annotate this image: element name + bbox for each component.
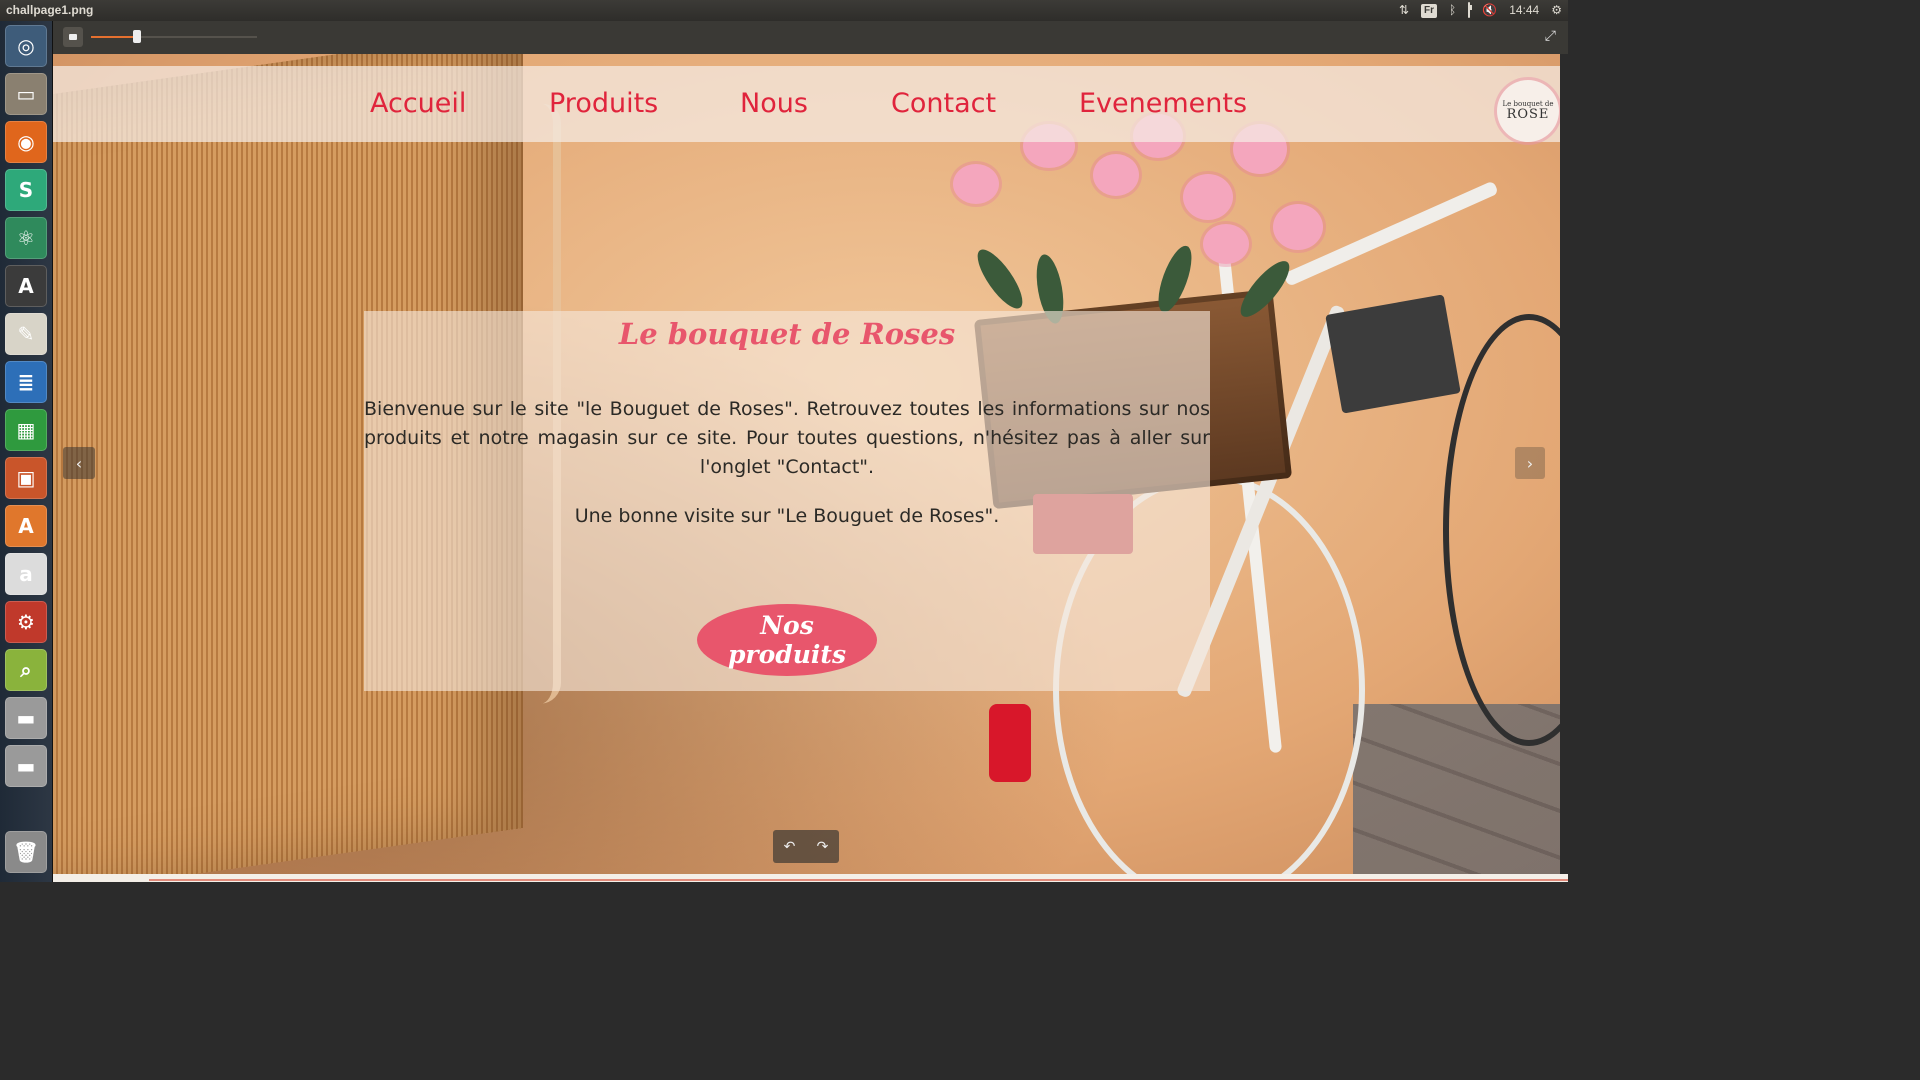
system-tray: ⇅ Fr ᛒ 🔇 14:44 ⚙	[1399, 2, 1562, 19]
network-updown-icon[interactable]: ⇅	[1399, 2, 1409, 19]
firefox-icon[interactable]: ◉	[5, 121, 47, 163]
previous-image-button[interactable]: ‹	[63, 447, 95, 479]
trash-icon[interactable]: 🗑	[5, 831, 47, 873]
website-screenshot: Accueil Produits Nous Contact Evenements…	[53, 54, 1560, 874]
keyboard-layout-indicator[interactable]: Fr	[1421, 3, 1438, 18]
nos-produits-button[interactable]: Nos produits	[697, 604, 877, 676]
bicycle-sign-plate	[1325, 294, 1461, 414]
launcher: ◎ ▭ ◉ S ⚛ A ✎ ≣ ▦ ▣ Aa ⚙ ⌕ ▬ ▬ 🗑	[0, 21, 53, 882]
image-viewer-toolbar: ⤢	[53, 21, 1568, 54]
bottom-strip	[53, 874, 1568, 882]
top-panel: challpage1.png ⇅ Fr ᛒ 🔇 14:44 ⚙	[0, 0, 1568, 21]
bicycle-red-reflector	[989, 704, 1031, 782]
text-editor-icon[interactable]: ✎	[5, 313, 47, 355]
welcome-card: Le bouquet de Roses Bienvenue sur le sit…	[364, 311, 1210, 691]
flower	[953, 164, 999, 204]
amazon-icon[interactable]: a	[5, 553, 47, 595]
flower	[1203, 224, 1249, 264]
rotate-right-icon[interactable]: ↷	[817, 839, 829, 855]
flower	[1183, 174, 1233, 220]
impress-icon[interactable]: ▣	[5, 457, 47, 499]
calc-icon[interactable]: ▦	[5, 409, 47, 451]
rotate-controls: ↶ ↷	[773, 830, 839, 863]
chevron-right-icon: ›	[1526, 453, 1534, 473]
bicycle-back-wheel	[1443, 314, 1560, 746]
logo-line-2: ROSE	[1506, 107, 1550, 122]
clock[interactable]: 14:44	[1509, 2, 1539, 19]
software-center-icon[interactable]: A	[5, 505, 47, 547]
nav-link-produits[interactable]: Produits	[549, 88, 658, 119]
zoom-slider-handle[interactable]	[133, 30, 142, 43]
flower	[1093, 154, 1139, 196]
nav-link-contact[interactable]: Contact	[891, 88, 996, 119]
welcome-paragraph: Bienvenue sur le site "le Bouguet de Ros…	[364, 398, 1210, 478]
atom-icon[interactable]: ⚛	[5, 217, 47, 259]
window-title: challpage1.png	[6, 3, 94, 17]
site-heading: Le bouquet de Roses	[618, 317, 956, 351]
bluetooth-icon[interactable]: ᛒ	[1449, 2, 1456, 19]
software-updater-icon[interactable]: A	[5, 265, 47, 307]
zoom-slider-fill	[91, 36, 138, 38]
site-logo[interactable]: Le bouquet de ROSE	[1497, 80, 1559, 142]
next-image-button[interactable]: ›	[1515, 447, 1545, 479]
bottom-line	[149, 879, 1568, 881]
chevron-left-icon: ‹	[75, 453, 83, 473]
rotate-left-icon[interactable]: ↶	[784, 839, 796, 855]
battery-icon[interactable]	[1468, 2, 1471, 19]
drive-2-icon[interactable]: ▬	[5, 745, 47, 787]
zoom-out-button[interactable]	[63, 27, 83, 47]
image-viewer-icon[interactable]: ⌕	[5, 649, 47, 691]
volume-muted-icon[interactable]: 🔇	[1482, 2, 1497, 19]
zoom-slider[interactable]	[91, 30, 257, 43]
welcome-closing: Une bonne visite sur "Le Bouguet de Rose…	[574, 505, 1000, 527]
writer-icon[interactable]: ≣	[5, 361, 47, 403]
ubuntu-dash-icon[interactable]: ◎	[5, 25, 47, 67]
fullscreen-icon[interactable]: ⤢	[1545, 28, 1556, 44]
nav-link-evenements[interactable]: Evenements	[1079, 88, 1247, 119]
slack-icon[interactable]: S	[5, 169, 47, 211]
gear-icon[interactable]: ⚙	[1551, 2, 1562, 19]
files-icon[interactable]: ▭	[5, 73, 47, 115]
nav-link-accueil[interactable]: Accueil	[370, 88, 466, 119]
site-navbar: Accueil Produits Nous Contact Evenements…	[53, 66, 1560, 142]
flower	[1273, 204, 1323, 250]
leaf	[970, 243, 1030, 315]
drive-icon[interactable]: ▬	[5, 697, 47, 739]
nav-link-nous[interactable]: Nous	[740, 88, 808, 119]
system-settings-icon[interactable]: ⚙	[5, 601, 47, 643]
